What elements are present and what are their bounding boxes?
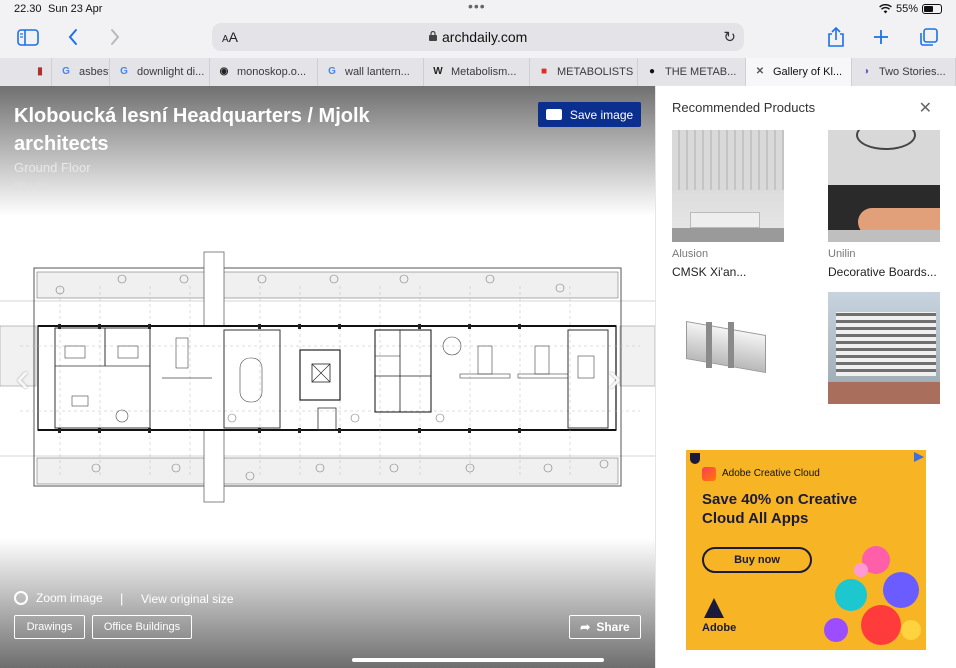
product-brand: Alusion: [672, 248, 709, 260]
floor-plan-image[interactable]: [0, 246, 655, 526]
share-label: Share: [596, 620, 630, 634]
product-image: [672, 130, 784, 242]
browser-tab[interactable]: ▮: [0, 58, 52, 86]
chevron-left-icon[interactable]: [60, 26, 86, 48]
tabs-icon[interactable]: [916, 26, 942, 48]
zoom-icon: [14, 591, 28, 605]
tab-label: asbest: [79, 66, 110, 78]
tab-label: Gallery of Kl...: [773, 66, 843, 78]
browser-tab[interactable]: W Metabolism...: [424, 58, 530, 86]
browser-tab[interactable]: ✕ Gallery of Kl...: [746, 58, 852, 86]
tab-favicon-icon: ▮: [37, 66, 43, 77]
browser-tab[interactable]: Gwall lantern...: [318, 58, 424, 86]
tag-drawings-button[interactable]: Drawings: [14, 615, 85, 639]
ad-headline: Save 40% on Creative Cloud All Apps: [702, 491, 858, 527]
browser-tab[interactable]: ● THE METAB...: [638, 58, 746, 86]
multitask-dots-icon[interactable]: •••: [468, 0, 486, 14]
tab-favicon-icon: ■: [540, 66, 548, 77]
adobe-logo-icon: [704, 598, 724, 618]
product-brand: Unilin: [828, 248, 856, 260]
buy-now-button[interactable]: Buy now: [702, 547, 812, 573]
browser-tab[interactable]: ◑ Two Stories...: [852, 58, 956, 86]
ad-brand: Adobe: [702, 622, 737, 634]
browser-tab[interactable]: Gasbest: [52, 58, 110, 86]
separator: |: [120, 591, 124, 606]
zoom-image-label: Zoom image: [36, 591, 103, 605]
battery-icon: [922, 4, 942, 14]
tab-favicon-icon: G: [328, 66, 336, 77]
tab-favicon-icon: G: [120, 66, 128, 77]
share-icon[interactable]: [823, 26, 849, 48]
panel-heading: Recommended Products: [672, 100, 816, 115]
tab-label: THE METAB...: [665, 66, 737, 78]
tab-label: METABOLISTS: [557, 66, 634, 78]
previous-arrow-icon[interactable]: ‹: [16, 356, 29, 401]
tab-favicon-icon: ●: [648, 66, 656, 77]
status-time: 22.30: [14, 3, 42, 15]
status-right: 55%: [879, 3, 942, 15]
gallery-subtitle: Ground Floor: [14, 160, 91, 175]
gallery-counter: 29 / 34: [14, 181, 48, 193]
product-image: [828, 292, 940, 404]
ad-sponsor: Adobe Creative Cloud: [722, 468, 820, 479]
wifi-icon: [879, 4, 892, 14]
tab-favicon-icon: W: [433, 66, 443, 77]
url-text: archdaily.com: [442, 29, 528, 45]
lock-icon: [429, 31, 437, 41]
browser-tab[interactable]: ◉ monoskop.o...: [210, 58, 318, 86]
tab-label: wall lantern...: [345, 66, 410, 78]
product-card[interactable]: [828, 292, 940, 404]
creative-cloud-logo-icon: [702, 467, 716, 481]
product-image: [672, 292, 784, 404]
adchoices-icon[interactable]: [914, 452, 924, 462]
close-icon[interactable]: ✕: [919, 98, 932, 118]
tab-favicon-icon: ◉: [219, 66, 229, 77]
save-image-button[interactable]: Save image: [538, 102, 641, 127]
share-arrow-icon: ➦: [580, 620, 591, 634]
reload-icon[interactable]: ↻: [723, 28, 736, 46]
tag-office-buildings-button[interactable]: Office Buildings: [92, 615, 192, 639]
status-bar: 22.30 Sun 23 Apr ••• 55%: [0, 0, 956, 20]
save-image-label: Save image: [569, 107, 634, 122]
ad-art: [824, 546, 921, 645]
tab-label: monoskop.o...: [237, 66, 307, 78]
product-name: CMSK Xi'an...: [672, 265, 747, 279]
recommended-products-panel: Recommended Products ✕ Alusion CMSK Xi'a…: [655, 86, 956, 668]
screen: 22.30 Sun 23 Apr ••• 55% AA archdaily.co…: [0, 0, 956, 668]
plus-icon[interactable]: [868, 26, 894, 48]
product-name: Decorative Boards...: [828, 265, 937, 279]
product-card[interactable]: [672, 292, 784, 404]
tab-label: Metabolism...: [451, 66, 517, 78]
zoom-image-button[interactable]: Zoom image: [14, 591, 103, 605]
chevron-right-icon[interactable]: [102, 26, 128, 48]
product-card[interactable]: Alusion CMSK Xi'an...: [672, 130, 784, 279]
image-gallery: Kloboucká lesní Headquarters / Mjolk arc…: [0, 86, 655, 668]
browser-toolbar: AA archdaily.com ↻: [0, 20, 956, 58]
home-indicator[interactable]: [352, 658, 604, 662]
battery-percent: 55%: [895, 3, 918, 15]
shield-icon: [690, 453, 700, 464]
share-button[interactable]: ➦ Share: [569, 615, 641, 639]
folder-icon: [545, 109, 562, 120]
tab-favicon-icon: ✕: [755, 66, 765, 77]
tab-label: Two Stories...: [879, 66, 946, 78]
text-size-button[interactable]: AA: [222, 29, 238, 45]
tab-favicon-icon: G: [62, 66, 70, 77]
browser-tab[interactable]: Gdownlight di...: [110, 58, 210, 86]
browser-tab[interactable]: ■ METABOLISTS: [530, 58, 638, 86]
address-bar[interactable]: AA archdaily.com ↻: [212, 23, 744, 51]
gallery-title: Kloboucká lesní Headquarters / Mjolk arc…: [14, 105, 370, 155]
next-arrow-icon[interactable]: ›: [608, 356, 621, 401]
product-image: [828, 130, 940, 242]
adobe-ad[interactable]: Adobe Creative Cloud Save 40% on Creativ…: [686, 450, 926, 650]
sidebar-icon[interactable]: [15, 26, 41, 48]
tab-label: downlight di...: [137, 66, 205, 78]
status-date: Sun 23 Apr: [48, 3, 103, 15]
view-original-size-link[interactable]: View original size: [141, 592, 234, 606]
tab-favicon-icon: ◑: [862, 66, 870, 77]
tab-bar: ▮ Gasbest Gdownlight di... ◉ monoskop.o... Gw…: [0, 58, 956, 86]
product-card[interactable]: Unilin Decorative Boards...: [828, 130, 940, 279]
